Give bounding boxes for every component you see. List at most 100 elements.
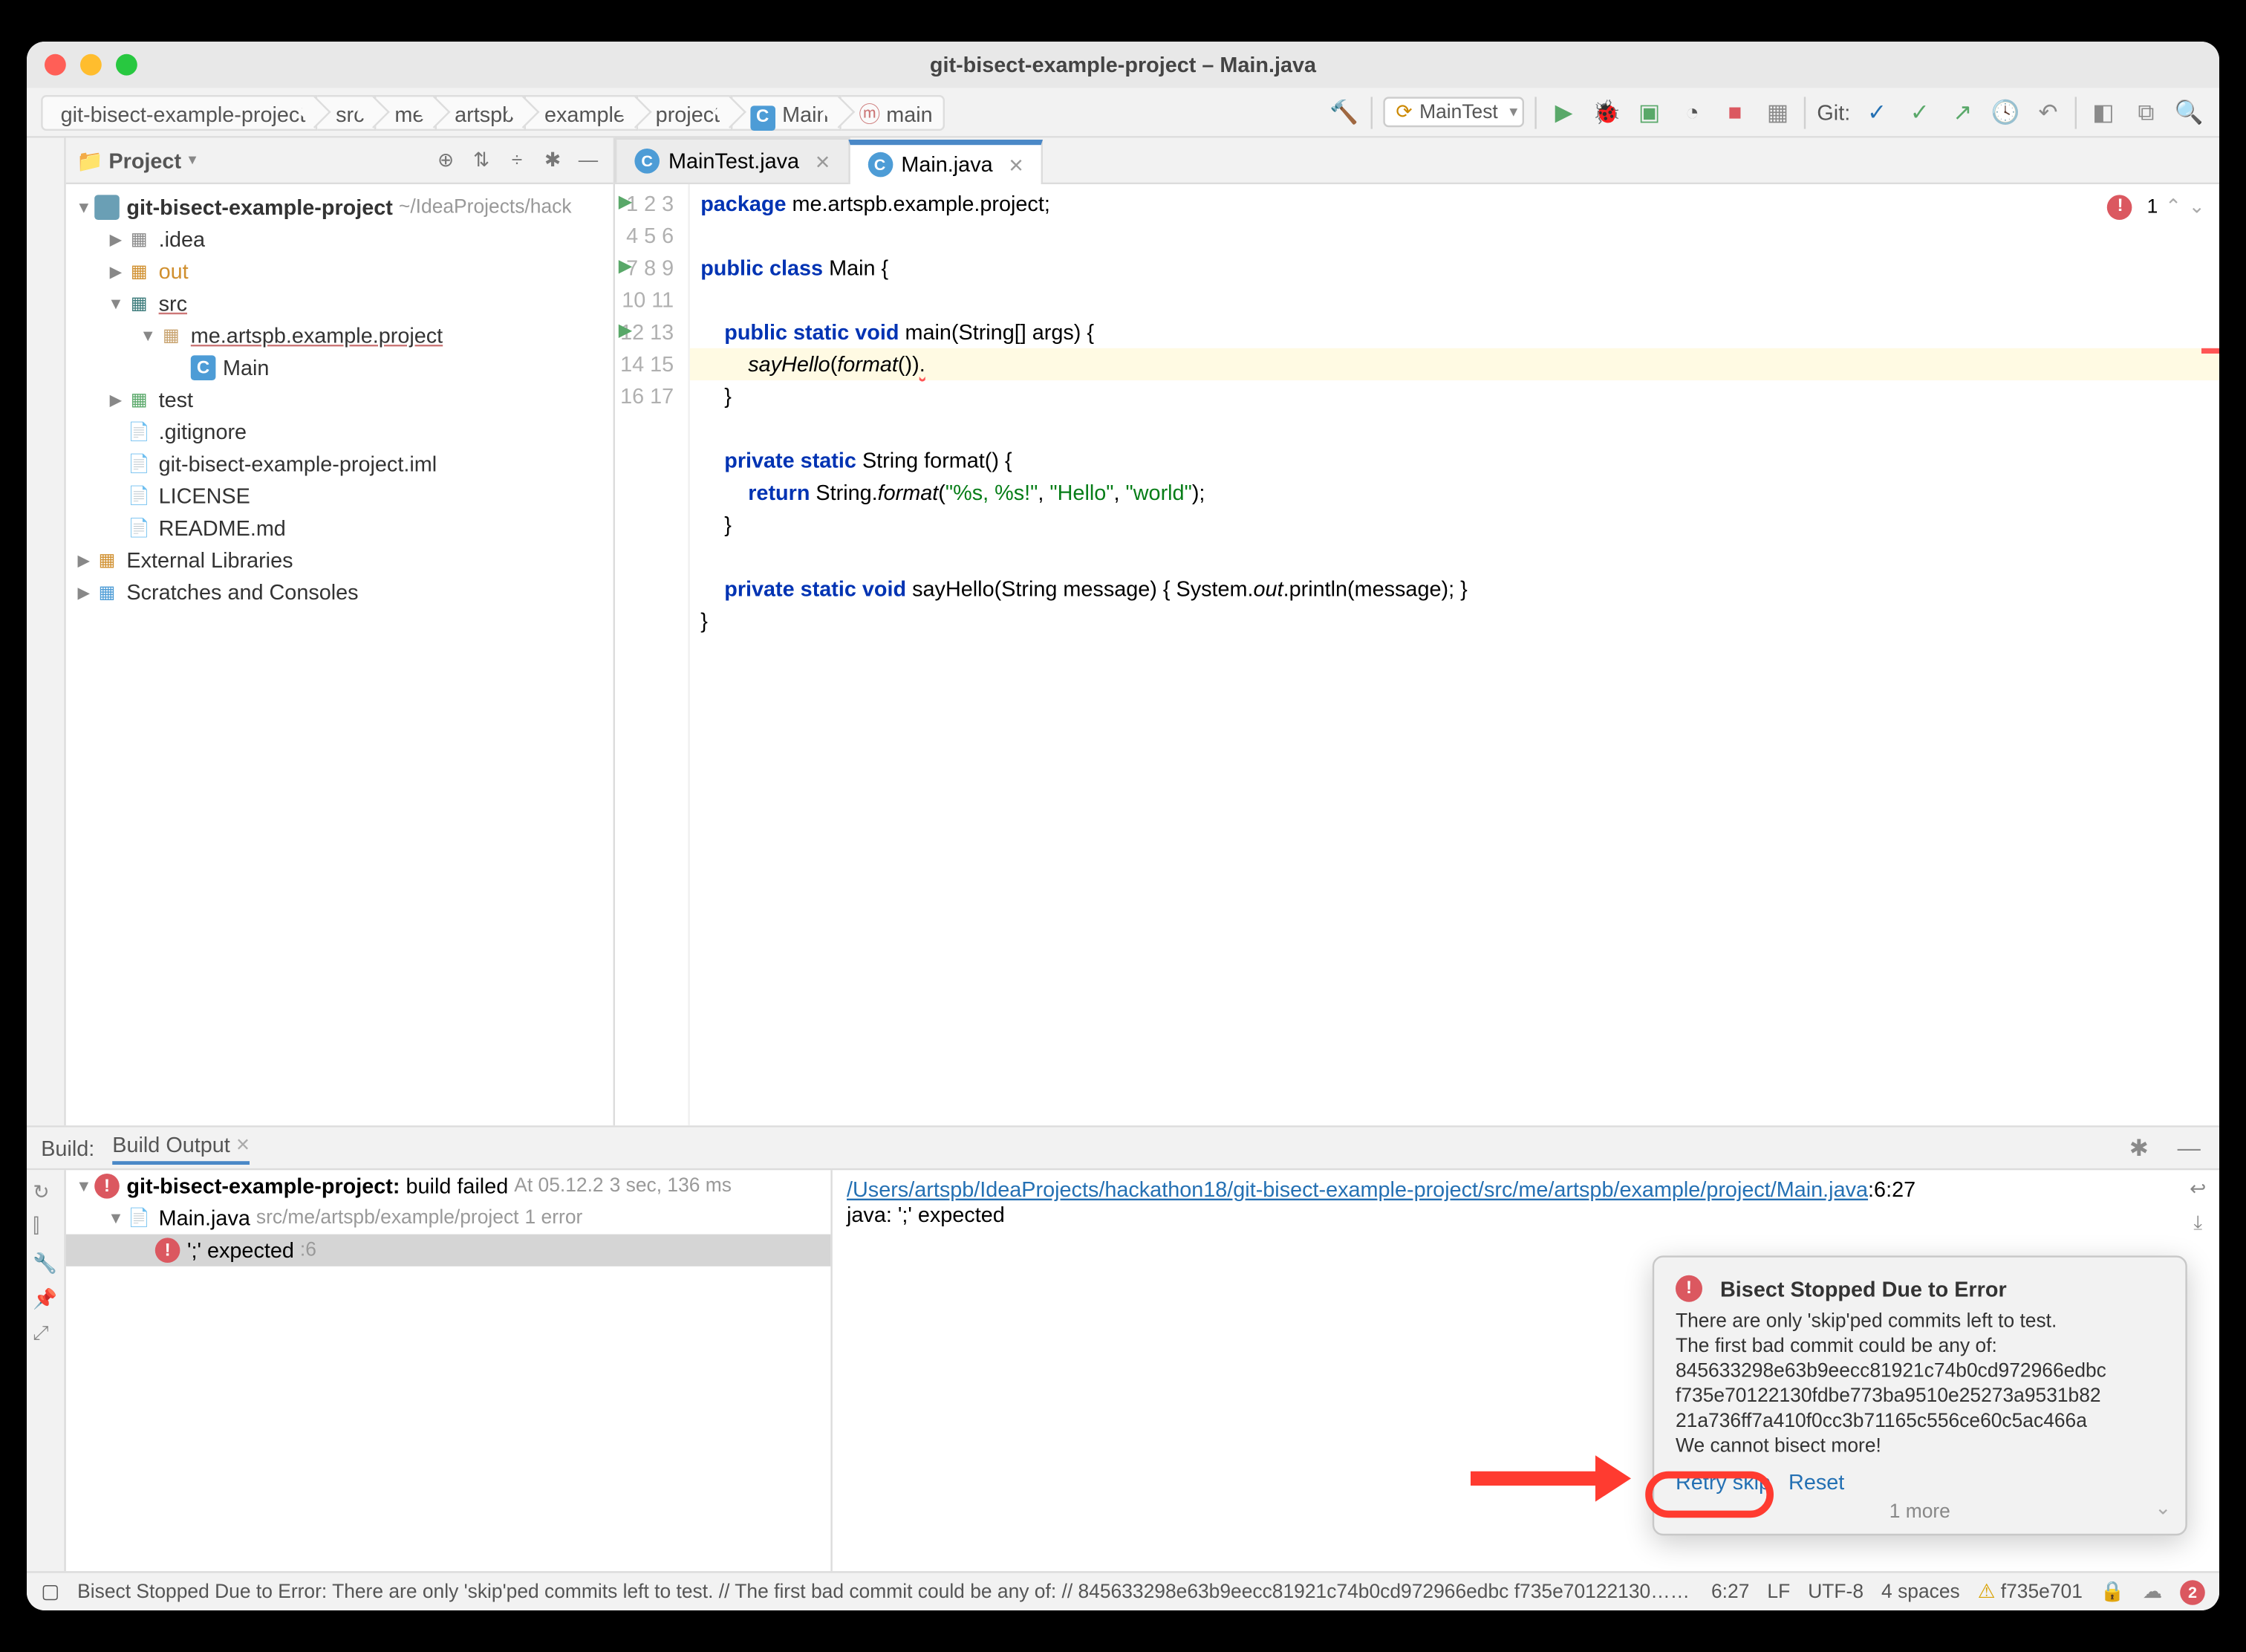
popup-title: ! Bisect Stopped Due to Error bbox=[1676, 1275, 2164, 1302]
git-branch[interactable]: ⚠ f735e701 bbox=[1978, 1580, 2083, 1603]
compiler-error-text: java: ';' expected bbox=[847, 1202, 1005, 1227]
problems-badge[interactable]: 2 bbox=[2180, 1579, 2205, 1604]
tree-root[interactable]: ▼ git-bisect-example-project ~/IdeaProje… bbox=[66, 192, 613, 224]
tree-ext-libs[interactable]: ▶▦External Libraries bbox=[66, 544, 613, 576]
breadcrumb[interactable]: git-bisect-example-project src me artspb… bbox=[41, 94, 945, 130]
build-row-file[interactable]: ▼📄 Main.java src/me/artspb/example/proje… bbox=[66, 1202, 831, 1234]
git-label: Git: bbox=[1817, 100, 1850, 125]
build-hide-icon[interactable]: — bbox=[2173, 1132, 2205, 1164]
project-tree[interactable]: ▼ git-bisect-example-project ~/IdeaProje… bbox=[66, 184, 613, 1125]
tree-item-iml[interactable]: 📄git-bisect-example-project.iml bbox=[66, 448, 613, 480]
run-icon[interactable]: ▶ bbox=[1548, 96, 1580, 128]
file-encoding[interactable]: UTF-8 bbox=[1808, 1581, 1863, 1602]
build-settings-icon[interactable]: ✱ bbox=[2123, 1132, 2155, 1164]
crumb-project[interactable]: git-bisect-example-project bbox=[41, 94, 318, 130]
tree-item-pkg[interactable]: ▼▦me.artspb.example.project bbox=[66, 319, 613, 351]
error-file-link[interactable]: /Users/artspb/IdeaProjects/hackathon18/g… bbox=[847, 1177, 1868, 1203]
crumb-example[interactable]: example bbox=[527, 94, 638, 130]
build-tree[interactable]: ▼! git-bisect-example-project: build fai… bbox=[66, 1170, 833, 1571]
settings-icon[interactable]: ⧉ bbox=[2130, 96, 2162, 128]
expand-icon[interactable]: ⤢ bbox=[33, 1324, 58, 1349]
build-label: Build: bbox=[41, 1135, 94, 1160]
git-update-icon[interactable]: ✓ bbox=[1861, 96, 1893, 128]
tab-maintest[interactable]: CMainTest.java× bbox=[615, 138, 850, 183]
git-commit-icon[interactable]: ✓ bbox=[1904, 96, 1936, 128]
error-icon: ! bbox=[1676, 1275, 1702, 1302]
editor-tabs: CMainTest.java× CMain.java× bbox=[615, 138, 2219, 184]
project-header: 📁 Project ▾ ⊕ ⇅ ÷ ✱ — bbox=[66, 138, 613, 184]
close-icon[interactable]: × bbox=[816, 147, 830, 175]
titlebar: git-bisect-example-project – Main.java bbox=[27, 42, 2219, 88]
left-tool-stripe[interactable] bbox=[27, 138, 66, 1126]
popup-actions: Retry skip Reset bbox=[1676, 1469, 2164, 1495]
tree-item-readme[interactable]: 📄README.md bbox=[66, 513, 613, 544]
tree-item-out[interactable]: ▶▦out bbox=[66, 256, 613, 287]
window-title: git-bisect-example-project – Main.java bbox=[27, 52, 2219, 77]
stop-icon[interactable]: ■ bbox=[1719, 96, 1751, 128]
line-sep[interactable]: LF bbox=[1767, 1581, 1790, 1602]
select-file-icon[interactable]: ⊕ bbox=[432, 146, 460, 174]
build-row-error[interactable]: !';' expected :6 bbox=[66, 1235, 831, 1266]
tree-item-idea[interactable]: ▶▦.idea bbox=[66, 224, 613, 256]
structure-icon[interactable]: ◧ bbox=[2087, 96, 2119, 128]
expand-all-icon[interactable]: ⇅ bbox=[467, 146, 495, 174]
profile-icon[interactable]: ◔ bbox=[1676, 96, 1708, 128]
rerun-icon[interactable]: ↻ bbox=[33, 1181, 58, 1206]
tree-scratches[interactable]: ▶▦Scratches and Consoles bbox=[66, 576, 613, 608]
pin-icon[interactable]: 📌 bbox=[33, 1288, 58, 1313]
code-content[interactable]: package me.artspb.example.project; publi… bbox=[690, 184, 2219, 1125]
run-config-select[interactable]: ⟳MainTest bbox=[1384, 97, 1525, 127]
crumb-class[interactable]: CMain bbox=[732, 94, 841, 130]
hide-icon[interactable]: — bbox=[574, 146, 602, 174]
popup-body: There are only 'skip'ped commits left to… bbox=[1676, 1309, 2164, 1459]
filter-icon[interactable]: ⫿ bbox=[33, 1217, 58, 1242]
scroll-from-icon[interactable]: ÷ bbox=[503, 146, 531, 174]
line-gutter[interactable]: ▶ ▶ ▶ 1 2 3 4 5 6 7 8 9 10 11 12 13 14 1… bbox=[615, 184, 690, 1125]
crumb-method[interactable]: ⓜ main bbox=[841, 94, 945, 130]
run-class-icon[interactable]: ▶ bbox=[619, 188, 632, 220]
lock-icon[interactable]: 🔒 bbox=[2100, 1580, 2125, 1603]
soft-wrap-icon[interactable]: ↩ bbox=[2184, 1177, 2212, 1206]
debug-icon[interactable]: 🐞 bbox=[1591, 96, 1623, 128]
status-message[interactable]: Bisect Stopped Due to Error: There are o… bbox=[77, 1581, 1693, 1602]
build-toolbar: ↻ ⫿ 🔧 📌 ⤢ bbox=[27, 1170, 66, 1571]
tree-item-license[interactable]: 📄LICENSE bbox=[66, 480, 613, 512]
build-row-root[interactable]: ▼! git-bisect-example-project: build fai… bbox=[66, 1170, 831, 1202]
wrench-icon[interactable]: 🔧 bbox=[33, 1252, 58, 1278]
separator bbox=[1805, 96, 1806, 128]
more-notifications[interactable]: 1 more bbox=[1676, 1502, 2164, 1523]
project-title: Project bbox=[108, 148, 181, 173]
separator bbox=[1535, 96, 1537, 128]
tree-item-src[interactable]: ▼▦src bbox=[66, 287, 613, 319]
crumb-pkg[interactable]: project bbox=[638, 94, 732, 130]
caret-pos[interactable]: 6:27 bbox=[1711, 1581, 1749, 1602]
search-icon[interactable]: 🔍 bbox=[2173, 96, 2205, 128]
tree-item-test[interactable]: ▶▦test bbox=[66, 384, 613, 416]
run-method-icon[interactable]: ▶ bbox=[619, 316, 632, 348]
chevron-down-icon[interactable]: ⌄ bbox=[2155, 1496, 2171, 1519]
close-icon[interactable]: × bbox=[1009, 150, 1023, 178]
reset-link[interactable]: Reset bbox=[1788, 1469, 1844, 1495]
tool-window-toggle-icon[interactable]: ▢ bbox=[41, 1580, 59, 1603]
code-editor[interactable]: ▶ ▶ ▶ 1 2 3 4 5 6 7 8 9 10 11 12 13 14 1… bbox=[615, 184, 2219, 1125]
run-gutter-icon[interactable]: ▶ bbox=[619, 252, 632, 284]
separator bbox=[1371, 96, 1373, 128]
layout-icon[interactable]: ▦ bbox=[1762, 96, 1794, 128]
build-output-tab[interactable]: Build Output × bbox=[112, 1131, 250, 1165]
tab-main[interactable]: CMain.java× bbox=[847, 140, 1043, 184]
git-rollback-icon[interactable]: ↶ bbox=[2032, 96, 2064, 128]
inspection-widget[interactable]: !1 ⌃⌄ bbox=[2108, 192, 2205, 224]
memory-icon[interactable]: ☁ bbox=[2143, 1580, 2162, 1603]
scroll-end-icon[interactable]: ⤓ bbox=[2184, 1213, 2212, 1241]
error-stripe[interactable] bbox=[2201, 184, 2219, 1125]
indent-info[interactable]: 4 spaces bbox=[1881, 1581, 1960, 1602]
tree-item-main[interactable]: CMain bbox=[66, 352, 613, 384]
settings-gear-icon[interactable]: ✱ bbox=[538, 146, 567, 174]
build-icon[interactable]: 🔨 bbox=[1328, 96, 1360, 128]
error-mark[interactable] bbox=[2201, 348, 2219, 354]
retry-skip-link[interactable]: Retry skip bbox=[1676, 1469, 1771, 1495]
coverage-icon[interactable]: ▣ bbox=[1633, 96, 1665, 128]
tree-item-gitignore[interactable]: 📄.gitignore bbox=[66, 416, 613, 448]
git-history-icon[interactable]: 🕓 bbox=[1989, 96, 2021, 128]
git-push-icon[interactable]: ↗ bbox=[1947, 96, 1979, 128]
